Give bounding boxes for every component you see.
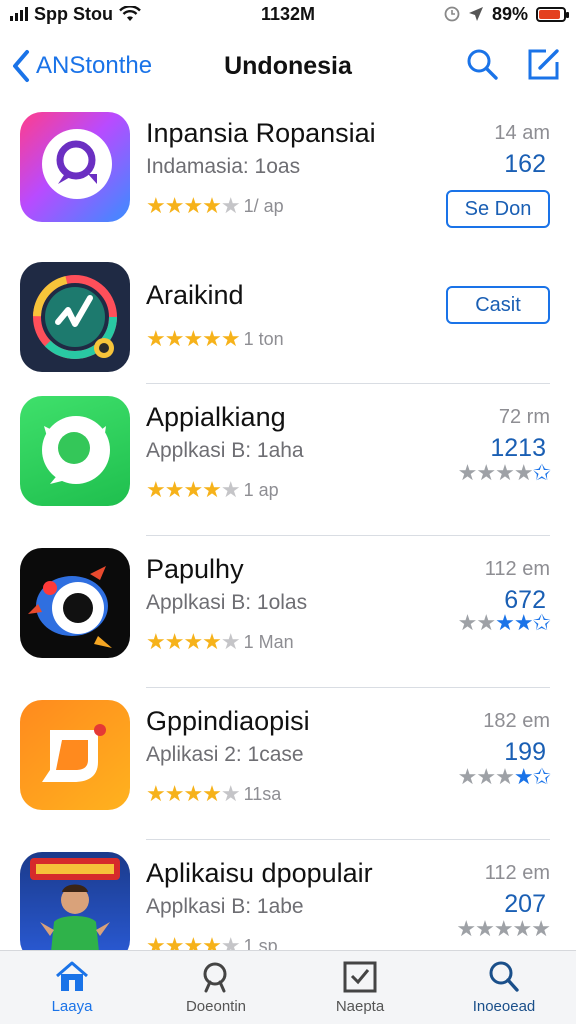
rating-stars: ★★★★ ★ 1/ ap [146,193,284,218]
alarm-icon [444,6,460,22]
tab-updates[interactable]: Naepta [288,951,432,1024]
rating-count: 1 ton [243,328,284,349]
tab-label: Doeontin [185,998,247,1015]
battery-icon [536,6,569,22]
star-icons: ★★★★ [146,629,222,654]
rating-count: 1 Man [243,631,294,652]
app-subtitle: Applkasi B: 1olas [146,591,308,614]
store-rating-stars: ★★★★✩ [457,610,551,635]
app-size: 112 em [484,558,550,580]
search-icon [489,961,519,992]
rating-count: 11sa [243,783,282,804]
app-title: Papulhy [146,554,244,584]
app-subtitle: Aplikasi 2: 1case [146,743,304,766]
app-title: Appialkiang [146,402,286,432]
app-size: 72 rm [498,406,550,428]
star-icons: ★★★★ [146,781,222,806]
list-item[interactable]: Papulhy Applkasi B: 1olas ★★★★ ★ 1 Man 11… [0,536,576,688]
compose-button[interactable] [526,46,562,82]
get-button[interactable]: Se Don [446,190,550,228]
tab-home[interactable]: Laaya [0,951,144,1024]
app-subtitle: Applkasi B: 1aha [146,439,304,462]
tab-bar: Laaya Doeontin Naepta Inoeoead [0,950,576,1024]
store-rating-stars: ★★★★✩ [457,460,551,485]
ring-check-glyph [33,275,117,359]
app-title: Inpansia Ropansiai [146,118,376,148]
star-icons: ★★★★ [146,193,222,218]
list-item[interactable]: Gppindiaopisi Aplikasi 2: 1case ★★★★ ★ 11… [0,688,576,840]
app-price: 199 [504,738,546,766]
game-character-glyph [30,858,120,962]
chevron-left-icon [13,50,29,82]
wifi-icon [119,6,141,21]
app-title: Gppindiaopisi [146,706,310,736]
tab-label: Inoeoead [472,998,536,1015]
app-size: 14 am [494,122,550,144]
status-bar: Spp Stou 1132M 89% [0,0,576,28]
search-button[interactable] [464,46,500,82]
app-subtitle: Applkasi B: 1abe [146,895,304,918]
green-chat-glyph [42,416,110,484]
app-subtitle: Indamasia: 1oas [146,155,301,178]
search-icon [467,49,498,80]
app-title: Aplikaisu dpopulair [146,858,373,888]
back-label: ANStonthe [36,52,153,79]
app-size: 112 em [484,862,550,884]
ring-check-app-icon[interactable] [20,262,130,372]
status-time: 1132M [260,3,316,24]
list-item[interactable]: Araikind ★★★★★ 1 ton Casit [0,248,576,384]
game-character-app-icon[interactable] [20,852,130,962]
rating-stars: ★★★★ ★ 11sa [146,781,282,806]
updates-icon [343,961,377,993]
search-icon [203,962,227,993]
rating-count: 1/ ap [243,195,284,216]
navigation-bar: ANStonthe Undonesia [0,36,576,96]
back-button[interactable]: ANStonthe [0,49,200,83]
battery-percent: 89% [491,3,528,24]
chat-bubble-glyph [42,129,112,199]
signal-icon [10,7,28,21]
home-icon [56,961,88,991]
bird-mascot-glyph [28,566,112,648]
star-icons: ★★★★ [146,477,222,502]
green-chat-app-icon[interactable] [20,396,130,506]
rating-stars: ★★★★★ 1 ton [146,328,284,350]
app-price: 162 [504,150,546,178]
tab-search-alt[interactable]: Inoeoead [432,951,576,1024]
get-button[interactable]: Casit [446,286,550,324]
app-title: Araikind [146,280,244,310]
star-icons: ★★★★★ [146,326,241,351]
list-item[interactable]: Appialkiang Applkasi B: 1aha ★★★★ ★ 1 ap … [0,384,576,536]
location-icon [468,7,483,21]
chat-bubble-app-icon[interactable] [20,112,130,222]
tab-label: Naepta [335,998,385,1015]
tab-label: Laaya [51,998,93,1015]
store-rating-stars: ★★★★★ [456,916,551,941]
rating-stars: ★★★★ ★ 1 ap [146,477,279,502]
rating-count: 1 ap [243,479,279,500]
app-price: 1213 [490,434,546,462]
list-item[interactable]: Inpansia Ropansiai Indamasia: 1oas ★★★★ ★… [0,100,576,248]
orange-square-app-icon[interactable] [20,700,130,810]
bird-mascot-app-icon[interactable] [20,548,130,658]
carrier-label: Spp Stou [34,3,113,24]
tab-search[interactable]: Doeontin [144,951,288,1024]
app-size: 182 em [483,710,550,732]
store-rating-stars: ★★★★✩ [457,764,551,789]
orange-square-glyph [42,724,106,782]
rating-stars: ★★★★ ★ 1 Man [146,629,294,654]
app-price: 207 [504,890,546,918]
app-list: Inpansia Ropansiai Indamasia: 1oas ★★★★ ★… [0,100,576,992]
compose-icon [528,49,559,80]
